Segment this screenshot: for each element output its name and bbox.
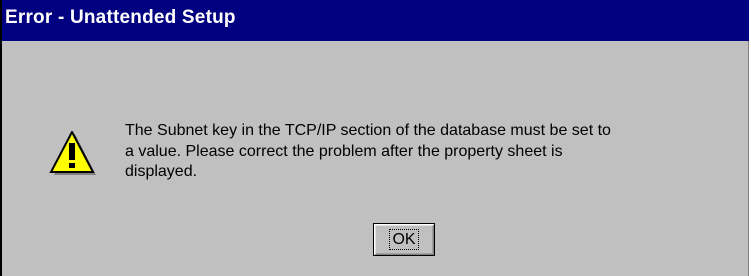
error-dialog: Error - Unattended Setup The Subnet key … (0, 0, 749, 276)
window-title: Error - Unattended Setup (5, 7, 236, 28)
error-message: The Subnet key in the TCP/IP section of … (125, 122, 611, 180)
warning-icon (48, 129, 98, 179)
ok-button-label: OK (389, 229, 419, 250)
ok-button[interactable]: OK (373, 223, 435, 256)
title-bar[interactable]: Error - Unattended Setup (2, 0, 749, 41)
